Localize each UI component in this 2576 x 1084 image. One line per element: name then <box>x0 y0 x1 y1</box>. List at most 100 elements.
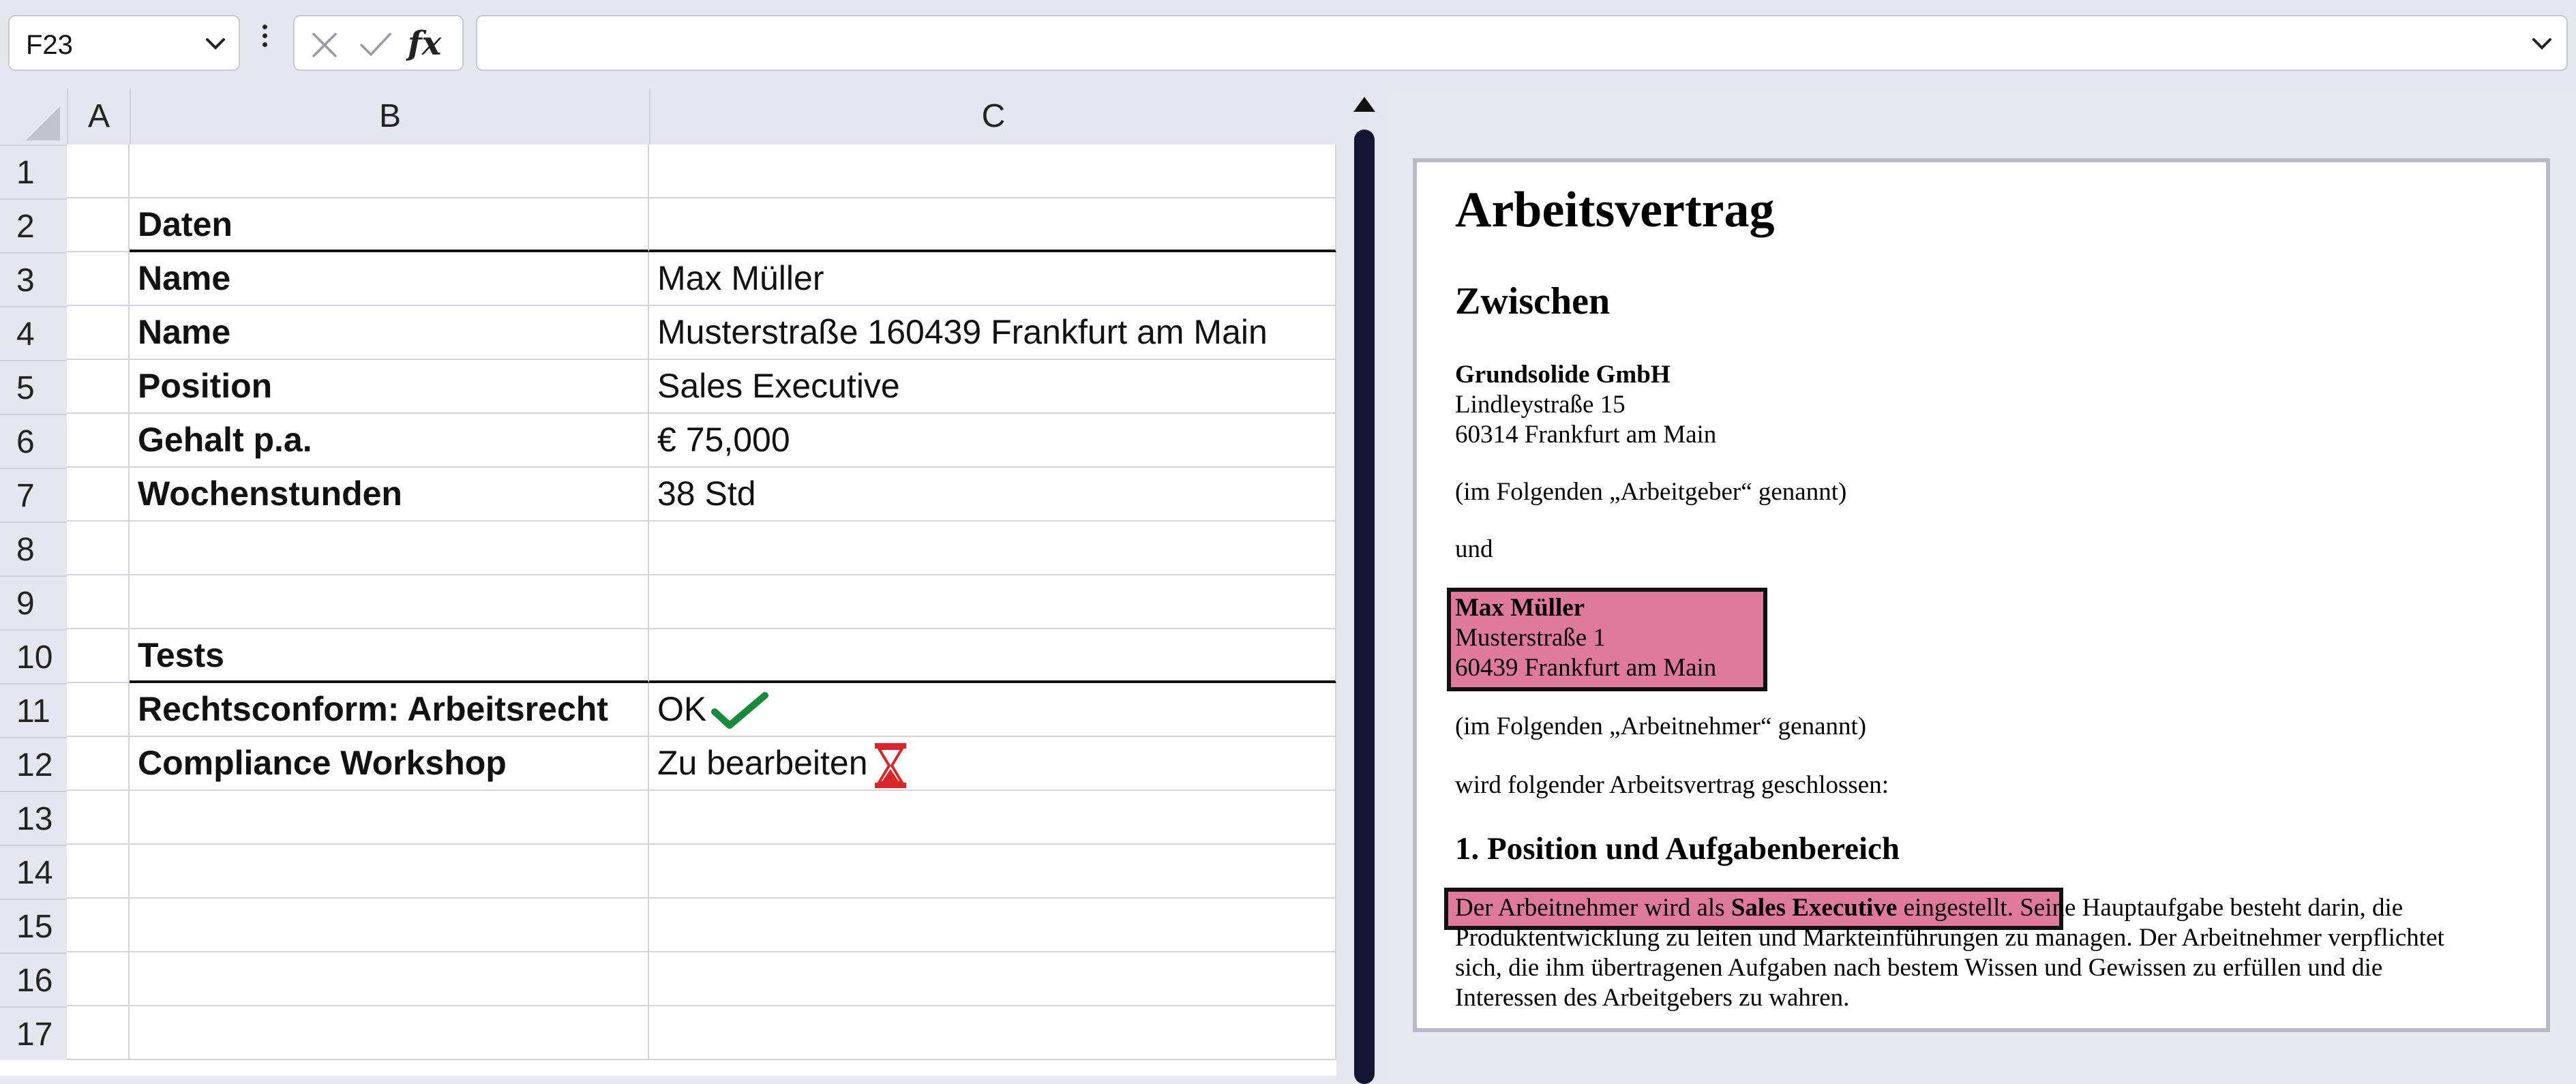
cell-a10[interactable] <box>67 629 130 683</box>
cell-c11[interactable]: OK <box>649 683 1336 737</box>
cell-b8[interactable] <box>130 522 649 575</box>
formula-input[interactable] <box>476 15 2568 71</box>
row-header-16[interactable]: 16 <box>0 952 67 1006</box>
employee-city: 60439 Frankfurt am Main <box>1455 654 1717 682</box>
cell-c17[interactable] <box>649 1006 1336 1060</box>
cell-a12[interactable] <box>67 737 130 791</box>
scrollbar-thumb[interactable] <box>1354 130 1375 1084</box>
cell-b16[interactable] <box>130 952 649 1006</box>
chevron-down-icon[interactable] <box>199 27 232 60</box>
row-header-14[interactable]: 14 <box>0 845 67 899</box>
cell-c13[interactable] <box>649 791 1336 845</box>
cell-b3[interactable]: Name <box>130 252 649 306</box>
row-header-10[interactable]: 10 <box>0 629 67 683</box>
cell-a8[interactable] <box>67 522 130 575</box>
cell-c10[interactable] <box>649 629 1336 683</box>
scroll-up-icon[interactable] <box>1353 97 1375 112</box>
cancel-icon[interactable] <box>308 29 341 61</box>
cell-c8[interactable] <box>649 522 1336 575</box>
cell-c7-value: 38 Std <box>657 475 756 513</box>
row-header-5[interactable]: 5 <box>0 360 67 414</box>
name-box[interactable]: F23 <box>8 15 240 71</box>
cell-c1[interactable] <box>649 145 1336 198</box>
cell-b4[interactable]: Name <box>130 306 649 360</box>
cell-c4-value: Musterstraße 160439 Frankfurt am Main <box>657 313 1268 351</box>
cell-c6[interactable]: € 75,000 <box>649 414 1336 468</box>
cell-a4[interactable] <box>67 306 130 360</box>
cell-a3[interactable] <box>67 252 130 306</box>
row-header-4[interactable]: 4 <box>0 306 67 360</box>
cell-c15[interactable] <box>649 899 1336 952</box>
cell-c2[interactable] <box>649 198 1336 252</box>
cell-a13[interactable] <box>67 791 130 845</box>
cell-b11[interactable]: Rechtsconform: Arbeitsrecht <box>130 683 649 737</box>
row-header-6[interactable]: 6 <box>0 414 67 468</box>
cell-b5[interactable]: Position <box>130 360 649 414</box>
cell-b10[interactable]: Tests <box>130 629 649 683</box>
row-header-3[interactable]: 3 <box>0 252 67 306</box>
more-options-icon[interactable] <box>262 25 269 51</box>
cell-a5[interactable] <box>67 360 130 414</box>
cell-a6[interactable] <box>67 414 130 468</box>
checkmark-icon <box>711 691 769 729</box>
cell-b13[interactable] <box>130 791 649 845</box>
document-preview: Arbeitsvertrag Zwischen Grundsolide GmbH… <box>1413 158 2550 1032</box>
cell-a16[interactable] <box>67 952 130 1006</box>
employee-note: (im Folgenden „Arbeitnehmer“ genannt) <box>1455 712 1867 740</box>
section1-line4: Interessen des Arbeitgebers zu wahren. <box>1455 984 1850 1012</box>
row-header-12[interactable]: 12 <box>0 737 67 791</box>
cell-b17[interactable] <box>130 1006 649 1060</box>
cell-c4[interactable]: Musterstraße 160439 Frankfurt am Main <box>649 306 1336 360</box>
row-header-13[interactable]: 13 <box>0 791 67 845</box>
cell-b15[interactable] <box>130 899 649 952</box>
row-header-11[interactable]: 11 <box>0 683 67 737</box>
cell-a7[interactable] <box>67 468 130 522</box>
cell-a11[interactable] <box>67 683 130 737</box>
cell-b2[interactable]: Daten <box>130 198 649 252</box>
spreadsheet-grid[interactable]: A B C 1 2 Daten 3 Name Max Müller 4 Name Musters… <box>0 89 1336 1076</box>
row-header-7[interactable]: 7 <box>0 468 67 522</box>
cell-a17[interactable] <box>67 1006 130 1060</box>
cell-c9[interactable] <box>649 575 1336 629</box>
chevron-down-icon[interactable] <box>2526 27 2558 60</box>
row-header-8[interactable]: 8 <box>0 522 67 575</box>
cell-c5[interactable]: Sales Executive <box>649 360 1336 414</box>
employer-note: (im Folgenden „Arbeitgeber“ genannt) <box>1455 478 1847 506</box>
cell-c16[interactable] <box>649 952 1336 1006</box>
cell-b7[interactable]: Wochenstunden <box>130 468 649 522</box>
cell-c3[interactable]: Max Müller <box>649 252 1336 306</box>
cell-c7[interactable]: 38 Std <box>649 468 1336 522</box>
cell-b9[interactable] <box>130 575 649 629</box>
cell-a14[interactable] <box>67 845 130 899</box>
cell-a1[interactable] <box>67 145 130 198</box>
document-and: und <box>1455 535 1493 563</box>
employee-street: Musterstraße 1 <box>1455 624 1606 652</box>
select-all-corner[interactable] <box>0 89 67 145</box>
section1-line2: Produktentwicklung zu leiten und Marktei… <box>1455 924 2444 952</box>
row-header-1[interactable]: 1 <box>0 145 67 198</box>
cell-a9[interactable] <box>67 575 130 629</box>
cell-b6[interactable]: Gehalt p.a. <box>130 414 649 468</box>
checkmark-icon[interactable] <box>357 29 394 61</box>
section1-line1: Der Arbeitnehmer wird als Sales Executiv… <box>1455 893 2403 923</box>
column-header-b[interactable]: B <box>130 89 649 145</box>
row-header-2[interactable]: 2 <box>0 198 67 252</box>
cell-c14[interactable] <box>649 845 1336 899</box>
cell-c11-value: OK <box>657 690 707 728</box>
formula-actions: fx <box>293 15 464 71</box>
column-header-c[interactable]: C <box>649 89 1336 145</box>
insert-function-icon[interactable]: fx <box>408 25 441 63</box>
document-concluded: wird folgender Arbeitsvertrag geschlosse… <box>1455 771 1889 799</box>
cell-c12[interactable]: Zu bearbeiten <box>649 737 1336 791</box>
row-header-15[interactable]: 15 <box>0 899 67 952</box>
cell-b14[interactable] <box>130 845 649 899</box>
document-title: Arbeitsvertrag <box>1455 182 1775 238</box>
section1-title: 1. Position und Aufgabenbereich <box>1455 831 1900 867</box>
cell-a15[interactable] <box>67 899 130 952</box>
row-header-17[interactable]: 17 <box>0 1006 67 1060</box>
row-header-9[interactable]: 9 <box>0 575 67 629</box>
cell-a2[interactable] <box>67 198 130 252</box>
cell-b1[interactable] <box>130 145 649 198</box>
cell-b12[interactable]: Compliance Workshop <box>130 737 649 791</box>
column-header-a[interactable]: A <box>67 89 130 145</box>
